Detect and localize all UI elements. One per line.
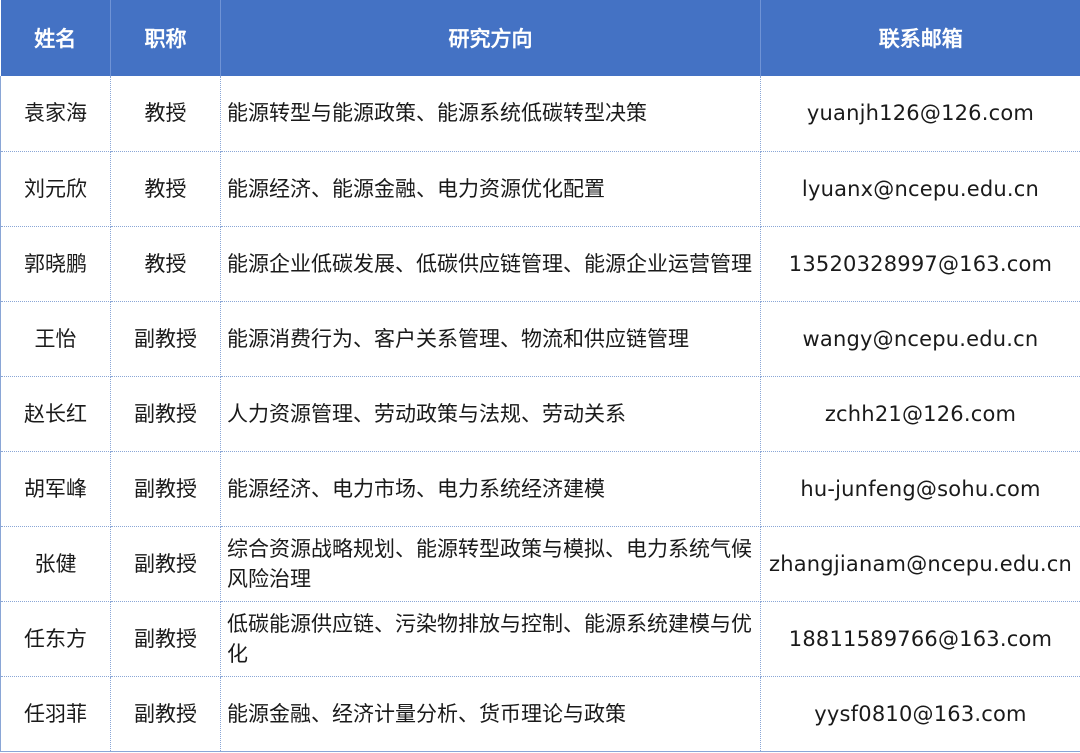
cell-email: 13520328997@163.com — [760, 226, 1080, 302]
cell-email: yysf0810@163.com — [760, 676, 1080, 752]
cell-research: 低碳能源供应链、污染物排放与控制、能源系统建模与优化 — [220, 601, 761, 677]
cell-email: yuanjh126@126.com — [760, 76, 1080, 152]
header-title: 职称 — [110, 0, 221, 76]
cell-name: 王怡 — [0, 301, 111, 377]
cell-research: 综合资源战略规划、能源转型政策与模拟、电力系统气候风险治理 — [220, 526, 761, 602]
cell-title: 副教授 — [110, 676, 221, 752]
cell-email: hu-junfeng@sohu.com — [760, 451, 1080, 527]
table-header-row: 姓名 职称 研究方向 联系邮箱 — [0, 0, 1080, 76]
table-row: 任羽菲 副教授 能源金融、经济计量分析、货币理论与政策 yysf0810@163… — [0, 676, 1080, 752]
cell-name: 张健 — [0, 526, 111, 602]
header-name: 姓名 — [0, 0, 111, 76]
cell-research: 能源消费行为、客户关系管理、物流和供应链管理 — [220, 301, 761, 377]
table-row: 任东方 副教授 低碳能源供应链、污染物排放与控制、能源系统建模与优化 18811… — [0, 601, 1080, 677]
table-row: 张健 副教授 综合资源战略规划、能源转型政策与模拟、电力系统气候风险治理 zha… — [0, 526, 1080, 602]
cell-title: 教授 — [110, 151, 221, 227]
cell-name: 袁家海 — [0, 76, 111, 152]
table-row: 赵长红 副教授 人力资源管理、劳动政策与法规、劳动关系 zchh21@126.c… — [0, 376, 1080, 452]
cell-title: 副教授 — [110, 526, 221, 602]
cell-research: 能源金融、经济计量分析、货币理论与政策 — [220, 676, 761, 752]
cell-email: zhangjianam@ncepu.edu.cn — [760, 526, 1080, 602]
cell-title: 教授 — [110, 76, 221, 152]
cell-name: 任羽菲 — [0, 676, 111, 752]
cell-research: 能源企业低碳发展、低碳供应链管理、能源企业运营管理 — [220, 226, 761, 302]
cell-title: 副教授 — [110, 601, 221, 677]
cell-title: 副教授 — [110, 301, 221, 377]
cell-research: 人力资源管理、劳动政策与法规、劳动关系 — [220, 376, 761, 452]
cell-title: 副教授 — [110, 451, 221, 527]
cell-email: zchh21@126.com — [760, 376, 1080, 452]
cell-email: 18811589766@163.com — [760, 601, 1080, 677]
cell-title: 副教授 — [110, 376, 221, 452]
cell-name: 胡军峰 — [0, 451, 111, 527]
cell-research: 能源转型与能源政策、能源系统低碳转型决策 — [220, 76, 761, 152]
cell-research: 能源经济、电力市场、电力系统经济建模 — [220, 451, 761, 527]
cell-title: 教授 — [110, 226, 221, 302]
table-row: 刘元欣 教授 能源经济、能源金融、电力资源优化配置 lyuanx@ncepu.e… — [0, 151, 1080, 227]
cell-research: 能源经济、能源金融、电力资源优化配置 — [220, 151, 761, 227]
cell-email: lyuanx@ncepu.edu.cn — [760, 151, 1080, 227]
table-row: 袁家海 教授 能源转型与能源政策、能源系统低碳转型决策 yuanjh126@12… — [0, 76, 1080, 152]
cell-name: 赵长红 — [0, 376, 111, 452]
header-email: 联系邮箱 — [760, 0, 1080, 76]
cell-email: wangy@ncepu.edu.cn — [760, 301, 1080, 377]
table-row: 王怡 副教授 能源消费行为、客户关系管理、物流和供应链管理 wangy@ncep… — [0, 301, 1080, 377]
table-row: 郭晓鹏 教授 能源企业低碳发展、低碳供应链管理、能源企业运营管理 1352032… — [0, 226, 1080, 302]
table-row: 胡军峰 副教授 能源经济、电力市场、电力系统经济建模 hu-junfeng@so… — [0, 451, 1080, 527]
cell-name: 郭晓鹏 — [0, 226, 111, 302]
cell-name: 刘元欣 — [0, 151, 111, 227]
cell-name: 任东方 — [0, 601, 111, 677]
header-research: 研究方向 — [220, 0, 761, 76]
faculty-table: 姓名 职称 研究方向 联系邮箱 袁家海 教授 能源转型与能源政策、能源系统低碳转… — [0, 0, 1080, 752]
